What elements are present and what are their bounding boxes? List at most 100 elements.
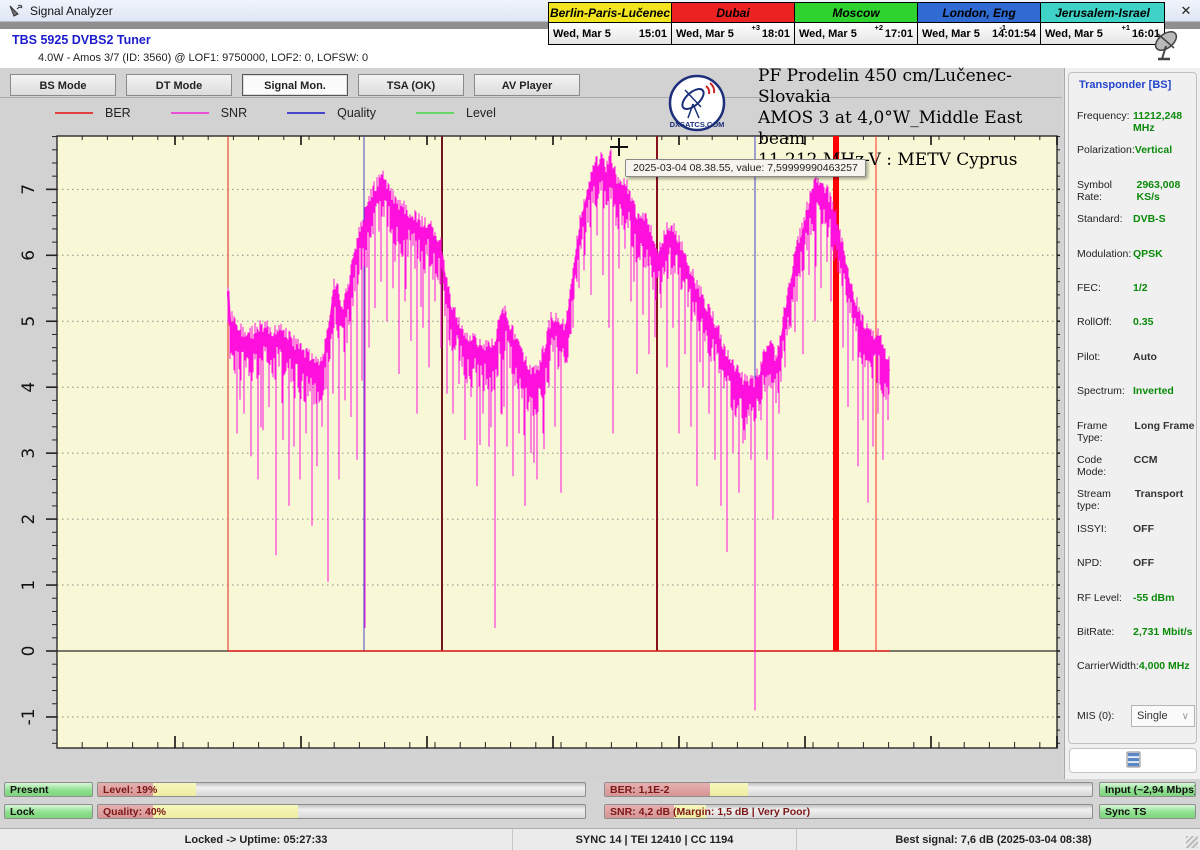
- quality-label: Quality: 40%: [103, 806, 166, 818]
- legend-label: SNR: [221, 106, 247, 120]
- legend-item-snr: SNR: [171, 106, 247, 120]
- save-button[interactable]: [1069, 748, 1197, 773]
- transponder-title: Transponder [BS]: [1077, 79, 1173, 91]
- lock-label: Lock: [10, 806, 35, 818]
- tp-value: Auto: [1133, 351, 1195, 363]
- clock-date: Wed, Mar 5: [799, 28, 857, 40]
- svg-text:DXSATCS.COM: DXSATCS.COM: [670, 120, 725, 129]
- chevron-down-icon: ∨: [1182, 711, 1189, 722]
- status-uptime: Locked -> Uptime: 05:27:33: [0, 829, 513, 850]
- legend-swatch: [287, 112, 325, 114]
- legend-item-quality: Quality: [287, 106, 376, 120]
- tp-value: 0.35: [1133, 316, 1195, 328]
- tp-label: BitRate:: [1077, 626, 1114, 638]
- clock-city: London, Eng: [918, 3, 1040, 23]
- svg-text:0: 0: [19, 646, 39, 657]
- level-label: Level: 19%: [103, 784, 157, 796]
- meters-row-1: Present Level: 19% BER: 1,1E-2 Input (~2…: [0, 782, 1200, 798]
- transponder-row: Symbol Rate:2963,008 KS/s: [1077, 179, 1195, 203]
- clock-time: Wed, Mar 5+318:01: [672, 23, 794, 44]
- tp-label: FEC:: [1077, 282, 1101, 294]
- tp-value: QPSK: [1133, 248, 1195, 260]
- ber-label: BER: 1,1E-2: [610, 784, 670, 796]
- mis-row: MIS (0): Single ∨: [1077, 705, 1195, 727]
- snr-label: SNR: 4,2 dB (Margin: 1,5 dB | Very Poor): [610, 806, 810, 818]
- transponder-row: ISSYI: OFF: [1077, 523, 1195, 535]
- clock-offset: +2: [874, 23, 883, 32]
- status-best-signal: Best signal: 7,6 dB (2025-03-04 08:38): [797, 829, 1190, 850]
- transponder-row: Standard: DVB-S: [1077, 213, 1195, 225]
- clock-offset: +1: [1121, 23, 1130, 32]
- transponder-row: Modulation:QPSK: [1077, 248, 1195, 260]
- svg-text:6: 6: [19, 250, 39, 261]
- tp-label: Standard:: [1077, 213, 1123, 225]
- caption-line1: PF Prodelin 450 cm/Lučenec-Slovakia: [758, 66, 1068, 108]
- transponder-row: NPD:OFF: [1077, 557, 1195, 569]
- legend-item-level: Level: [416, 106, 496, 120]
- tp-value: Long Frame: [1134, 420, 1195, 444]
- transponder-fieldset: Transponder [BS] Frequency:11212,248 MHz…: [1068, 72, 1197, 744]
- tp-value: Transport: [1135, 488, 1195, 512]
- snr-meter: SNR: 4,2 dB (Margin: 1,5 dB | Very Poor): [604, 804, 1093, 819]
- transponder-row: Code Mode:CCM: [1077, 454, 1195, 478]
- clock-1: Berlin-Paris-LučenecWed, Mar 515:01: [549, 3, 672, 44]
- clock-time: Wed, Mar 5+217:01: [795, 23, 917, 44]
- sync-indicator: Sync TS: [1099, 804, 1196, 819]
- chart-caption: PF Prodelin 450 cm/Lučenec-Slovakia AMOS…: [758, 66, 1068, 171]
- satellite-dish-icon: [1146, 26, 1186, 67]
- tp-value: 4,000 MHz: [1139, 660, 1195, 672]
- signal-chart[interactable]: -101234567: [0, 130, 1060, 780]
- svg-text:1: 1: [19, 580, 39, 591]
- clock-date: Wed, Mar 5: [553, 28, 611, 40]
- present-label: Present: [10, 784, 49, 796]
- tab-av-player[interactable]: AV Player: [474, 74, 580, 96]
- tp-label: Frequency:: [1077, 110, 1130, 134]
- transponder-row: RF Level:-55 dBm: [1077, 592, 1195, 604]
- transponder-row: Pilot: Auto: [1077, 351, 1195, 363]
- tp-label: Pilot:: [1077, 351, 1100, 363]
- clock-time: Wed, Mar 515:01: [549, 23, 671, 44]
- tp-label: Symbol Rate:: [1077, 179, 1136, 203]
- tab-tsa-ok-[interactable]: TSA (OK): [358, 74, 464, 96]
- clock-date: Wed, Mar 5: [676, 28, 734, 40]
- tp-value: DVB-S: [1133, 213, 1195, 225]
- tab-bs-mode[interactable]: BS Mode: [10, 74, 116, 96]
- legend-label: Level: [466, 106, 496, 120]
- clock-city: Moscow: [795, 3, 917, 23]
- app-dish-icon: [8, 3, 24, 22]
- clock-city: Berlin-Paris-Lučenec: [549, 3, 671, 23]
- tp-label: CarrierWidth:: [1077, 660, 1139, 672]
- tp-label: Stream type:: [1077, 488, 1135, 512]
- svg-text:-1: -1: [19, 708, 39, 725]
- resize-grip[interactable]: [1186, 836, 1198, 848]
- svg-text:4: 4: [19, 382, 39, 393]
- transponder-row: Stream type:Transport: [1077, 488, 1195, 512]
- transponder-row: CarrierWidth:4,000 MHz: [1077, 660, 1195, 672]
- svg-text:3: 3: [19, 448, 39, 459]
- tab-dt-mode[interactable]: DT Mode: [126, 74, 232, 96]
- legend-label: Quality: [337, 106, 376, 120]
- tp-value: OFF: [1133, 523, 1195, 535]
- transponder-row: Spectrum:Inverted: [1077, 385, 1195, 397]
- clock-offset: +3: [751, 23, 760, 32]
- tp-label: RF Level:: [1077, 592, 1122, 604]
- transponder-row: BitRate:2,731 Mbit/s: [1077, 626, 1195, 638]
- tp-label: ISSYI:: [1077, 523, 1107, 535]
- world-clocks[interactable]: Berlin-Paris-LučenecWed, Mar 515:01Dubai…: [548, 2, 1165, 45]
- legend-swatch: [171, 112, 209, 114]
- clock-city: Dubai: [672, 3, 794, 23]
- signal-analyzer-window: Signal Analyzer ✕ TBS 5925 DVBS2 Tuner 4…: [0, 0, 1200, 850]
- tp-label: RollOff:: [1077, 316, 1112, 328]
- close-icon[interactable]: ✕: [1174, 1, 1198, 21]
- legend-swatch: [55, 112, 93, 114]
- mis-label: MIS (0):: [1077, 710, 1114, 722]
- present-indicator: Present: [4, 782, 93, 797]
- input-indicator: Input (~2,94 Mbps): [1099, 782, 1196, 797]
- level-fill-yellow: [153, 783, 196, 796]
- clock-4: London, EngWed, Mar 5-114:01:54: [918, 3, 1041, 44]
- mis-dropdown[interactable]: Single ∨: [1131, 705, 1195, 727]
- tab-signal-mon-[interactable]: Signal Mon.: [242, 74, 348, 96]
- tuner-title: TBS 5925 DVBS2 Tuner: [12, 33, 151, 47]
- legend-swatch: [416, 112, 454, 114]
- tp-label: Modulation:: [1077, 248, 1131, 260]
